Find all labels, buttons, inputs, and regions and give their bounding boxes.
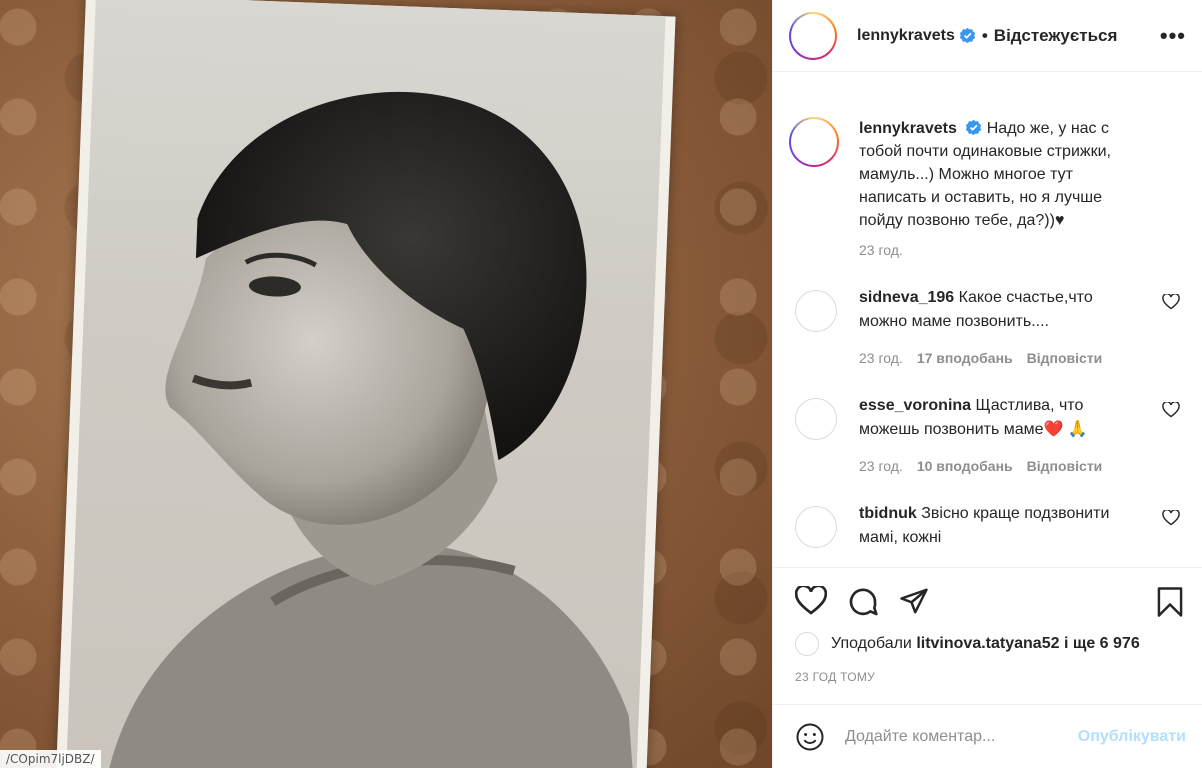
likes-prefix: Уподобали (831, 635, 912, 652)
post-photo[interactable]: /COpim7ljDBZ/ (0, 0, 772, 768)
commenter-username[interactable]: esse_voronina (859, 397, 971, 414)
comment-item: tbidnuk Звісно краще подзвонити мамі, ко… (773, 502, 1202, 550)
post-caption: lennykravets Надо же, у нас с тобой почт… (773, 101, 1202, 232)
post-side-panel: lennykravets • Відстежується ••• lennykr… (772, 0, 1202, 768)
save-bookmark-icon[interactable] (1155, 586, 1185, 618)
author-avatar[interactable] (789, 11, 837, 60)
caption-avatar[interactable] (789, 117, 839, 167)
like-comment-heart-icon[interactable] (1162, 510, 1180, 526)
comments-list[interactable]: lennykravets Надо же, у нас с тобой почт… (773, 101, 1202, 567)
caption-time: 23 год. (859, 242, 903, 258)
follow-separator: • (981, 25, 988, 45)
author-username[interactable]: lennykravets (857, 27, 955, 45)
like-comment-heart-icon[interactable] (1162, 294, 1180, 310)
caption-username[interactable]: lennykravets (859, 120, 957, 137)
following-status-button[interactable]: Відстежується (994, 26, 1118, 46)
emoji-smiley-icon[interactable] (795, 722, 825, 752)
more-options-icon[interactable]: ••• (1160, 23, 1186, 49)
caption-text-block: lennykravets Надо же, у нас с тобой почт… (859, 117, 1129, 232)
comment-time: 23 год. (859, 458, 903, 474)
reply-button[interactable]: Відповісти (1027, 350, 1103, 366)
commenter-avatar[interactable] (795, 290, 837, 332)
verified-badge-icon (959, 27, 975, 44)
post-timestamp[interactable]: 23 ГОД ТОМУ (795, 670, 875, 684)
comment-likes[interactable]: 17 вподобань (917, 350, 1013, 366)
share-paper-plane-icon[interactable] (899, 586, 929, 616)
like-heart-icon[interactable] (795, 586, 827, 616)
reply-button[interactable]: Відповісти (1027, 458, 1103, 474)
post-header: lennykravets • Відстежується ••• (773, 0, 1202, 72)
commenter-username[interactable]: tbidnuk (859, 505, 917, 522)
add-comment-bar: Опублікувати (773, 704, 1202, 768)
comment-item: esse_voronina Щастлива, что можешь позво… (773, 394, 1202, 474)
likes-count[interactable]: і ще 6 976 (1064, 635, 1140, 653)
portrait-image (65, 0, 666, 768)
commenter-avatar[interactable] (795, 506, 837, 548)
comment-time: 23 год. (859, 350, 903, 366)
comment-input[interactable] (845, 727, 1055, 746)
post-action-bar (773, 567, 1202, 627)
commenter-username[interactable]: sidneva_196 (859, 289, 954, 306)
comment-item: sidneva_196 Какое счастье,что можно маме… (773, 286, 1202, 366)
like-comment-heart-icon[interactable] (1162, 402, 1180, 418)
liker-avatar[interactable] (795, 632, 819, 656)
publish-button[interactable]: Опублікувати (1078, 728, 1186, 746)
liker-username[interactable]: litvinova.tatyana52 (916, 635, 1059, 653)
comment-bubble-icon[interactable] (847, 586, 879, 618)
commenter-avatar[interactable] (795, 398, 837, 440)
comment-likes[interactable]: 10 вподобань (917, 458, 1013, 474)
photo-file-label: /COpim7ljDBZ/ (0, 750, 101, 768)
vintage-photo-card (55, 0, 676, 768)
caption-verified-icon (966, 119, 982, 136)
likes-summary: Уподобали litvinova.tatyana52 і ще 6 976 (795, 632, 1140, 656)
portrait-illustration (105, 91, 636, 768)
